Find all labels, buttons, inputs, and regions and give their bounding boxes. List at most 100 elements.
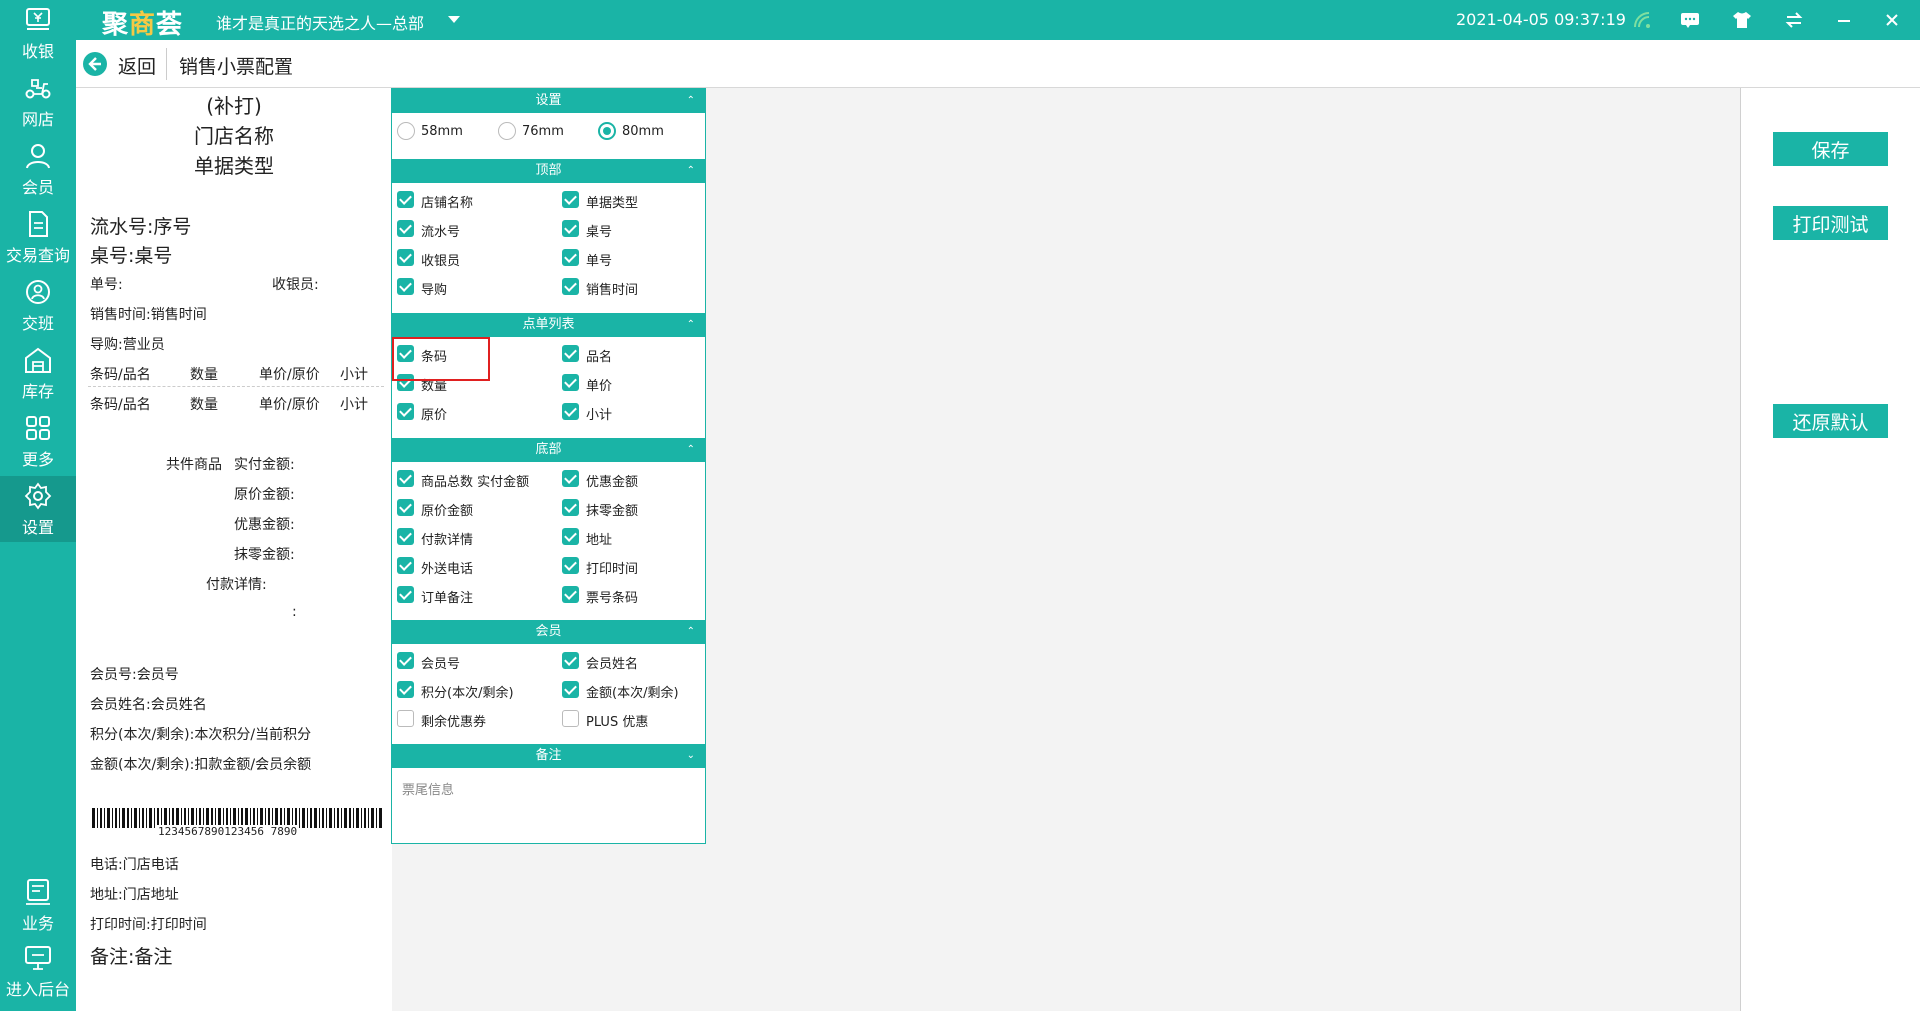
- save-button[interactable]: 保存: [1773, 132, 1888, 166]
- receipt-table: 桌号:桌号: [90, 245, 173, 267]
- shirt-icon[interactable]: [1730, 8, 1754, 32]
- sidebar-item-business[interactable]: 业务: [0, 872, 76, 938]
- document-icon: [29, 211, 48, 237]
- checkbox[interactable]: [562, 249, 579, 266]
- restore-default-button[interactable]: 还原默认: [1773, 404, 1888, 438]
- checkbox[interactable]: [562, 470, 579, 487]
- chevron-down-icon[interactable]: [448, 16, 460, 23]
- switch-icon[interactable]: [1782, 8, 1806, 32]
- checkbox[interactable]: [397, 278, 414, 295]
- receipt-footer-input[interactable]: 票尾信息: [402, 779, 454, 798]
- receipt-col-subtotal: 小计: [340, 367, 368, 383]
- section-header-settings[interactable]: 设置 ⌃: [392, 89, 705, 113]
- checkbox[interactable]: [397, 528, 414, 545]
- radio-button[interactable]: [397, 122, 415, 140]
- shift-icon: [26, 280, 50, 304]
- checkbox[interactable]: [562, 278, 579, 295]
- checkbox-label: 优惠金额: [586, 475, 639, 490]
- close-icon[interactable]: [1880, 8, 1904, 32]
- cashier-icon: [26, 8, 50, 30]
- checkbox[interactable]: [562, 345, 579, 362]
- receipt-guide: 导购:营业员: [90, 337, 165, 353]
- checkbox-label: 剩余优惠券: [421, 715, 487, 730]
- checkbox[interactable]: [397, 249, 414, 266]
- sidebar-item-settings[interactable]: 设置: [0, 476, 76, 542]
- checkbox[interactable]: [397, 652, 414, 669]
- checkbox-label: 会员姓名: [586, 657, 639, 672]
- checkbox[interactable]: [562, 499, 579, 516]
- checkbox[interactable]: [397, 191, 414, 208]
- checkbox[interactable]: [562, 652, 579, 669]
- checkbox[interactable]: [562, 528, 579, 545]
- back-arrow-icon[interactable]: [82, 51, 108, 77]
- receipt-member-no: 会员号:会员号: [90, 667, 179, 683]
- receipt-member-name: 会员姓名:会员姓名: [90, 697, 207, 713]
- checkbox[interactable]: [397, 557, 414, 574]
- section-header-member[interactable]: 会员 ⌃: [392, 620, 705, 644]
- checkbox[interactable]: [562, 374, 579, 391]
- checkbox-label: 单号: [586, 254, 613, 269]
- sidebar-item-transactions[interactable]: 交易查询: [0, 204, 76, 270]
- chevron-up-icon[interactable]: ⌃: [687, 620, 695, 644]
- checkbox[interactable]: [397, 220, 414, 237]
- checkbox[interactable]: [562, 191, 579, 208]
- checkbox-label: 付款详情: [421, 533, 474, 548]
- sidebar-item-shift[interactable]: 交班: [0, 272, 76, 338]
- chevron-down-icon[interactable]: ⌄: [687, 744, 695, 768]
- receipt-col-qty: 数量: [190, 397, 218, 413]
- section-title: 顶部: [535, 163, 562, 178]
- sidebar: 收银 网店 会员 交易查询 交班 库存 更多 设置 业务 进入后台: [0, 0, 76, 1011]
- sidebar-item-online-store[interactable]: 网店: [0, 68, 76, 134]
- section-header-top[interactable]: 顶部 ⌃: [392, 159, 705, 183]
- sidebar-item-member[interactable]: 会员: [0, 136, 76, 202]
- checkbox[interactable]: [562, 710, 579, 727]
- receipt-col-price: 单价/原价: [259, 397, 320, 413]
- checkbox[interactable]: [562, 557, 579, 574]
- section-header-bottom[interactable]: 底部 ⌃: [392, 438, 705, 462]
- clock: 2021-04-05 09:37:19: [1456, 10, 1626, 29]
- sidebar-item-backend[interactable]: 进入后台: [0, 938, 76, 1004]
- checkbox[interactable]: [397, 586, 414, 603]
- chevron-up-icon[interactable]: ⌃: [687, 313, 695, 337]
- chevron-up-icon[interactable]: ⌃: [687, 159, 695, 183]
- message-icon[interactable]: [1678, 8, 1702, 32]
- chevron-up-icon[interactable]: ⌃: [687, 89, 695, 113]
- receipt-sale-time: 销售时间:销售时间: [90, 307, 207, 323]
- receipt-paid: 实付金额:: [234, 457, 295, 473]
- section-title: 底部: [535, 442, 562, 457]
- section-header-order-list[interactable]: 点单列表 ⌃: [392, 313, 705, 337]
- section-header-remark[interactable]: 备注 ⌄: [392, 744, 705, 768]
- minimize-icon[interactable]: [1832, 8, 1856, 32]
- sidebar-item-cashier[interactable]: 收银: [0, 0, 76, 66]
- checkbox[interactable]: [397, 403, 414, 420]
- receipt-payment-detail: 付款详情:: [206, 577, 267, 593]
- checkbox[interactable]: [562, 220, 579, 237]
- scooter-icon: [25, 79, 51, 99]
- monitor-icon: [25, 946, 51, 970]
- receipt-phone: 电话:门店电话: [90, 857, 179, 873]
- section-title: 会员: [535, 624, 562, 639]
- sidebar-item-more[interactable]: 更多: [0, 408, 76, 474]
- store-selector[interactable]: 谁才是真正的天选之人—总部: [216, 10, 424, 34]
- checkbox-label: 原价金额: [421, 504, 474, 519]
- chevron-up-icon[interactable]: ⌃: [687, 438, 695, 462]
- checkbox-label: 小计: [586, 408, 613, 423]
- back-button[interactable]: 返回: [118, 52, 156, 79]
- sidebar-item-inventory[interactable]: 库存: [0, 340, 76, 406]
- checkbox[interactable]: [397, 681, 414, 698]
- checkbox[interactable]: [397, 499, 414, 516]
- highlight-box: [392, 337, 490, 381]
- checkbox-label: 导购: [421, 283, 448, 298]
- checkbox[interactable]: [397, 470, 414, 487]
- checkbox[interactable]: [562, 403, 579, 420]
- checkbox[interactable]: [562, 586, 579, 603]
- radio-button[interactable]: [598, 122, 616, 140]
- checkbox[interactable]: [397, 710, 414, 727]
- receipt-serial: 流水号:序号: [90, 216, 192, 238]
- checkbox[interactable]: [562, 681, 579, 698]
- radio-button[interactable]: [498, 122, 516, 140]
- receipt-preview: (补打) 门店名称 单据类型 流水号:序号 桌号:桌号 单号: 收银员: 销售时…: [76, 88, 392, 1011]
- page-header: 返回 销售小票配置: [76, 40, 1920, 88]
- print-test-button[interactable]: 打印测试: [1773, 206, 1888, 240]
- sidebar-item-label: 会员: [21, 178, 54, 197]
